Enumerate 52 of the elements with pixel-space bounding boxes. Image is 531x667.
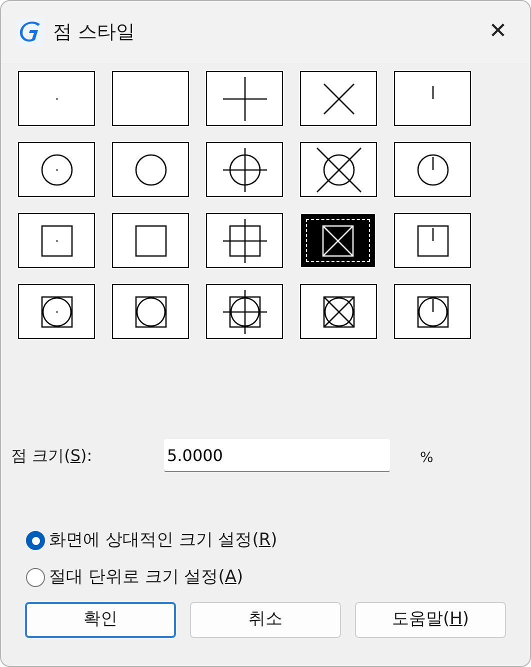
- point-style-option[interactable]: [394, 71, 471, 126]
- point-style-option[interactable]: [18, 71, 95, 126]
- point-style-option[interactable]: [394, 142, 471, 197]
- point-style-option[interactable]: [300, 284, 377, 339]
- point-symbol-icon: [134, 224, 166, 256]
- unit-label: %: [420, 449, 434, 468]
- point-symbol-icon: [316, 146, 362, 192]
- point-style-option[interactable]: [112, 142, 189, 197]
- point-style-option[interactable]: [18, 142, 95, 197]
- radio-button[interactable]: [26, 568, 45, 587]
- point-symbol-icon: [416, 296, 448, 328]
- point-symbol-icon: [40, 224, 72, 256]
- dialog-button[interactable]: 도움말(H): [355, 602, 506, 638]
- point-style-option[interactable]: [394, 284, 471, 339]
- point-symbol-icon: [322, 296, 354, 328]
- point-symbol-icon: [416, 154, 448, 186]
- radio-button[interactable]: [26, 531, 45, 550]
- point-style-option[interactable]: [18, 284, 95, 339]
- point-symbol-icon: [134, 154, 166, 186]
- point-style-option[interactable]: [301, 214, 375, 267]
- dialog-button[interactable]: 취소: [190, 602, 341, 638]
- point-style-option[interactable]: [206, 284, 283, 339]
- point-symbol-icon: [40, 154, 72, 186]
- point-style-option[interactable]: [206, 142, 283, 197]
- point-symbol-icon: [54, 96, 58, 100]
- radio-label: 화면에 상대적인 크기 설정(R): [49, 529, 278, 552]
- app-logo-icon: [17, 18, 45, 46]
- point-style-option[interactable]: [394, 213, 471, 268]
- point-style-option[interactable]: [18, 213, 95, 268]
- point-symbol-icon: [134, 296, 166, 328]
- point-style-option[interactable]: [112, 284, 189, 339]
- point-size-label: 점 크기(S):: [11, 444, 94, 466]
- point-style-option[interactable]: [112, 213, 189, 268]
- point-size-field[interactable]: 5.0000: [164, 439, 390, 472]
- point-style-option[interactable]: [206, 213, 283, 268]
- point-style-option[interactable]: [300, 71, 377, 126]
- point-symbol-icon: [222, 218, 268, 264]
- dialog-button[interactable]: 확인: [25, 602, 176, 638]
- point-symbol-icon: [222, 288, 268, 334]
- radio-label: 절대 단위로 크기 설정(A): [49, 566, 244, 588]
- point-symbol-icon: [40, 296, 72, 328]
- point-symbol-icon: [222, 76, 268, 122]
- dialog-title: 점 스타일: [53, 20, 136, 45]
- point-style-option[interactable]: [206, 71, 283, 126]
- point-symbol-icon: [322, 224, 354, 256]
- point-style-option[interactable]: [112, 71, 189, 126]
- point-symbol-icon: [430, 84, 434, 100]
- close-button[interactable]: ✕: [478, 12, 518, 52]
- point-symbol-icon: [416, 224, 448, 256]
- point-symbol-icon: [222, 146, 268, 192]
- point-symbol-icon: [322, 82, 354, 114]
- point-style-option[interactable]: [300, 142, 377, 197]
